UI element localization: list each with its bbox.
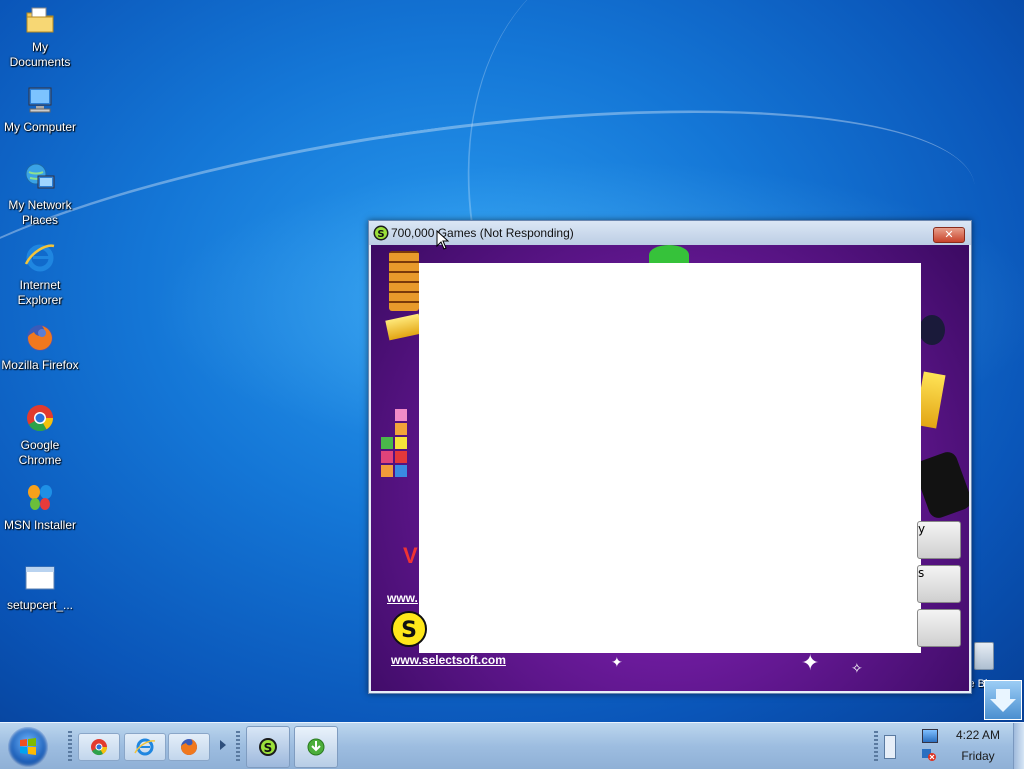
tray-hidden-icons-button[interactable] — [884, 735, 896, 759]
folder-documents-icon — [24, 4, 56, 36]
warning-tray-icon[interactable] — [922, 747, 936, 761]
desktop-icon-msn-installer[interactable]: MSN Installer — [0, 482, 80, 533]
desktop-icon-setupcert[interactable]: setupcert_... — [0, 562, 80, 613]
desktop-icon-label: My Network Places — [8, 198, 72, 227]
internet-explorer-icon — [134, 738, 156, 756]
selectsoft-logo-icon: S — [391, 611, 427, 647]
window-content: V y s www. S www.selectsoft.com ✦ ✦ ✧ — [371, 245, 969, 691]
menu-button-3[interactable] — [917, 609, 961, 647]
selectsoft-games-icon: S — [373, 225, 389, 241]
taskbar: S 4:22 AM Friday — [0, 722, 1024, 769]
taskbar-grip[interactable] — [236, 731, 240, 761]
desktop-icon-google-chrome[interactable]: Google Chrome — [0, 402, 80, 468]
menu-button-2[interactable]: s — [917, 565, 961, 603]
robot-character-decoration — [919, 315, 945, 345]
svg-text:S: S — [377, 229, 384, 240]
chrome-icon — [91, 739, 108, 756]
desktop-icon-label: My Computer — [3, 120, 77, 134]
show-desktop-button[interactable] — [1013, 723, 1024, 769]
puzzle-blocks-decoration — [381, 409, 411, 479]
desktop-icon-my-computer[interactable]: My Computer — [0, 84, 80, 135]
msn-butterfly-icon — [24, 482, 56, 514]
sparkle-icon: ✦ — [801, 651, 820, 676]
desktop-icon-label: Mozilla Firefox — [1, 358, 79, 372]
gold-bar-decoration — [385, 313, 423, 341]
desktop-icon-recycle-bin[interactable]: le Bin — [966, 640, 1022, 720]
desktop-icon-label: My Documents — [9, 40, 71, 69]
quicklaunch-firefox[interactable] — [168, 733, 210, 761]
taskbar-button-installer[interactable] — [294, 726, 338, 768]
clock-time[interactable]: 4:22 AM — [948, 728, 1008, 742]
start-button[interactable] — [8, 727, 48, 767]
quicklaunch-chrome[interactable] — [78, 733, 120, 761]
game-tiles-decoration — [389, 251, 419, 311]
menu-button-1[interactable]: y — [917, 521, 961, 559]
window-titlebar[interactable]: S 700,000 Games (Not Responding) ✕ — [369, 221, 971, 245]
green-character-decoration — [649, 245, 689, 265]
network-tray-icon[interactable] — [922, 729, 938, 743]
firefox-icon — [24, 322, 56, 354]
desktop-icon-label: MSN Installer — [3, 518, 77, 532]
mouse-cursor-icon — [436, 229, 450, 250]
sparkle-icon: ✧ — [851, 661, 863, 677]
internet-explorer-icon — [24, 242, 56, 274]
taskbar-button-700000-games[interactable]: S — [246, 726, 290, 768]
tray-grip[interactable] — [874, 731, 878, 761]
windows-logo-icon — [20, 738, 36, 755]
app-window-700000-games[interactable]: S 700,000 Games (Not Responding) ✕ V y s… — [368, 220, 972, 694]
website-link[interactable]: www.selectsoft.com — [391, 653, 506, 667]
ghost-letter: V — [403, 543, 418, 568]
network-places-icon — [24, 162, 56, 194]
window-title: 700,000 Games (Not Responding) — [391, 226, 574, 240]
website-link-partial[interactable]: www. — [387, 591, 418, 605]
download-arrow-icon — [984, 680, 1022, 720]
desktop-icon-mozilla-firefox[interactable]: Mozilla Firefox — [0, 322, 80, 373]
desktop-icon-my-network-places[interactable]: My Network Places — [0, 162, 80, 228]
quicklaunch-expand-arrow-icon[interactable] — [220, 740, 226, 750]
svg-text:S: S — [264, 741, 273, 755]
window-app-icon — [24, 562, 56, 594]
desktop-icon-internet-explorer[interactable]: Internet Explorer — [0, 242, 80, 308]
firefox-icon — [181, 739, 197, 755]
not-responding-blank-area — [419, 263, 921, 653]
desktop-icon-label: Google Chrome — [18, 438, 62, 467]
selectsoft-games-icon: S — [259, 738, 277, 756]
desktop-icon-label: setupcert_... — [6, 598, 74, 612]
sparkle-icon: ✦ — [611, 655, 623, 671]
recycle-bin-icon — [974, 642, 994, 670]
clock-day[interactable]: Friday — [948, 749, 1008, 763]
taskbar-grip[interactable] — [68, 731, 72, 761]
computer-icon — [24, 84, 56, 116]
desktop-icon-label: Internet Explorer — [17, 278, 63, 307]
quicklaunch-internet-explorer[interactable] — [124, 733, 166, 761]
svg-text:S: S — [401, 618, 417, 643]
desktop-icon-my-documents[interactable]: My Documents — [0, 4, 80, 70]
download-installer-icon — [307, 738, 325, 756]
chrome-icon — [24, 402, 56, 434]
close-button[interactable]: ✕ — [933, 227, 965, 243]
